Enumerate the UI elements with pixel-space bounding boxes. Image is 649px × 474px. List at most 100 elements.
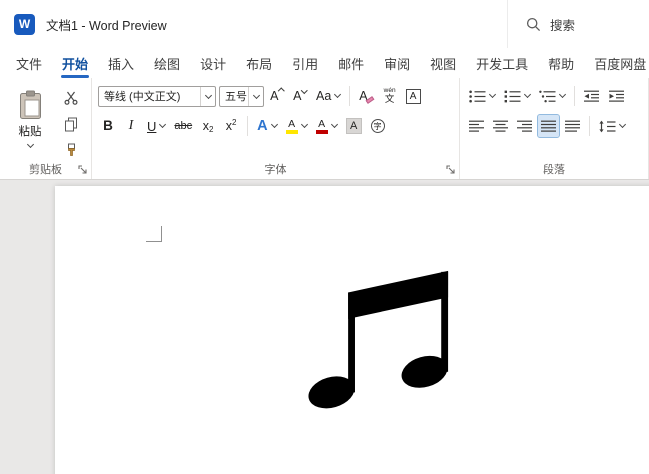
- character-shading-button[interactable]: A: [343, 115, 365, 137]
- chevron-down-icon: [334, 90, 342, 99]
- tab-references[interactable]: 引用: [282, 48, 328, 78]
- tab-baidu-netdisk[interactable]: 百度网盘: [584, 48, 649, 78]
- font-name-select[interactable]: 等线 (中文正文): [98, 85, 216, 107]
- search-box[interactable]: 搜索: [507, 0, 649, 48]
- tab-design[interactable]: 设计: [190, 48, 236, 78]
- font-color-swatch: [315, 130, 328, 134]
- music-note-image[interactable]: [305, 265, 452, 412]
- font-dialog-launcher[interactable]: [446, 165, 456, 175]
- enclose-characters-button[interactable]: 字: [368, 115, 388, 137]
- tab-review[interactable]: 审阅: [374, 48, 420, 78]
- chevron-down-icon: [558, 90, 567, 99]
- paragraph-group-label: 段落: [543, 164, 565, 176]
- increase-indent-button[interactable]: [606, 85, 628, 107]
- align-right-icon: [517, 120, 532, 132]
- tab-developer[interactable]: 开发工具: [466, 48, 538, 78]
- bullets-button[interactable]: [466, 85, 498, 107]
- multilevel-list-button[interactable]: [536, 85, 568, 107]
- tab-layout[interactable]: 布局: [236, 48, 282, 78]
- clipboard-icon: [19, 90, 41, 119]
- numbering-button[interactable]: [501, 85, 533, 107]
- tab-home[interactable]: 开始: [52, 48, 98, 78]
- italic-button[interactable]: I: [121, 115, 141, 137]
- paste-button[interactable]: 粘贴: [6, 84, 54, 160]
- cut-button[interactable]: [59, 87, 83, 109]
- shrink-font-button[interactable]: A: [290, 85, 310, 107]
- copy-icon: [65, 117, 77, 131]
- align-left-button[interactable]: [466, 115, 487, 137]
- justify-icon: [541, 120, 556, 132]
- highlight-color-swatch: [285, 130, 298, 134]
- chevron-down-icon: [523, 90, 532, 99]
- align-center-icon: [493, 120, 508, 132]
- clear-formatting-button[interactable]: A: [356, 85, 376, 107]
- search-icon: [526, 17, 541, 31]
- ribbon-tabbar: 文件 开始 插入 绘图 设计 布局 引用 邮件 审阅 视图 开发工具 帮助 百度…: [0, 48, 649, 78]
- document-title: 文档1 - Word Preview: [46, 18, 167, 33]
- word-logo-icon: W: [14, 13, 35, 35]
- paragraph-row-2: [466, 114, 644, 138]
- chevron-down-icon: [330, 120, 338, 129]
- margin-crop-mark: [146, 226, 162, 242]
- separator: [589, 116, 590, 136]
- tab-insert[interactable]: 插入: [98, 48, 144, 78]
- ribbon: 粘贴 剪贴板 等线 (中文正文) 五号 A A Aa A wén 文 A B I…: [0, 78, 649, 180]
- word-window: W 文档1 - Word Preview 搜索 文件 开始 插入 绘图 设计 布…: [0, 0, 649, 474]
- strikethrough-button[interactable]: abc: [171, 115, 195, 137]
- decrease-indent-button[interactable]: [581, 85, 603, 107]
- line-spacing-button[interactable]: [596, 115, 628, 137]
- font-group-label: 字体: [264, 164, 287, 176]
- document-page[interactable]: [55, 186, 649, 474]
- distribute-button[interactable]: [562, 115, 583, 137]
- distribute-icon: [565, 120, 580, 132]
- paragraph-row-1: [466, 84, 644, 108]
- font-size-value: 五号: [225, 91, 247, 103]
- align-left-icon: [469, 120, 484, 132]
- chevron-down-icon: [26, 140, 34, 149]
- tab-file[interactable]: 文件: [6, 48, 52, 78]
- character-border-button[interactable]: A: [403, 85, 424, 107]
- chevron-down-icon: [248, 86, 263, 106]
- superscript-button[interactable]: x2: [221, 115, 241, 137]
- change-case-button[interactable]: Aa: [313, 85, 343, 107]
- scissors-icon: [64, 91, 78, 105]
- chevron-down-icon: [159, 120, 167, 129]
- chevron-down-icon: [488, 90, 497, 99]
- decrease-indent-icon: [584, 90, 599, 102]
- tab-mailings[interactable]: 邮件: [328, 48, 374, 78]
- align-right-button[interactable]: [514, 115, 535, 137]
- bold-button[interactable]: B: [98, 115, 118, 137]
- grow-font-button[interactable]: A: [267, 85, 287, 107]
- subscript-button[interactable]: x2: [198, 115, 218, 137]
- copy-button[interactable]: [59, 113, 83, 135]
- multilevel-list-icon: [539, 90, 556, 102]
- justify-button[interactable]: [537, 114, 560, 138]
- underline-button[interactable]: U: [144, 115, 168, 137]
- font-size-select[interactable]: 五号: [219, 85, 264, 107]
- font-group: 等线 (中文正文) 五号 A A Aa A wén 文 A B I U abc …: [92, 78, 460, 179]
- tab-draw[interactable]: 绘图: [144, 48, 190, 78]
- increase-indent-icon: [609, 90, 624, 102]
- text-effects-button[interactable]: A: [254, 115, 279, 137]
- numbered-list-icon: [504, 90, 521, 102]
- font-color-button[interactable]: A: [313, 115, 340, 137]
- tab-view[interactable]: 视图: [420, 48, 466, 78]
- paragraph-group: 段落: [460, 78, 649, 179]
- highlight-color-button[interactable]: A: [283, 115, 310, 137]
- align-center-button[interactable]: [490, 115, 511, 137]
- separator: [349, 86, 351, 106]
- format-painter-icon: [67, 143, 75, 156]
- pinyin-icon: wén 文: [383, 87, 396, 105]
- titlebar: W 文档1 - Word Preview 搜索: [0, 0, 649, 48]
- phonetic-guide-button[interactable]: wén 文: [380, 85, 400, 107]
- chevron-down-icon: [618, 120, 627, 129]
- chevron-down-icon: [300, 120, 308, 129]
- chevron-down-icon: [200, 86, 215, 106]
- line-spacing-icon: [599, 120, 616, 132]
- format-painter-button[interactable]: [59, 139, 83, 161]
- tab-help[interactable]: 帮助: [538, 48, 584, 78]
- paste-label: 粘贴: [18, 126, 42, 138]
- font-name-value: 等线 (中文正文): [104, 91, 181, 103]
- clipboard-dialog-launcher[interactable]: [78, 165, 88, 175]
- separator: [247, 116, 249, 136]
